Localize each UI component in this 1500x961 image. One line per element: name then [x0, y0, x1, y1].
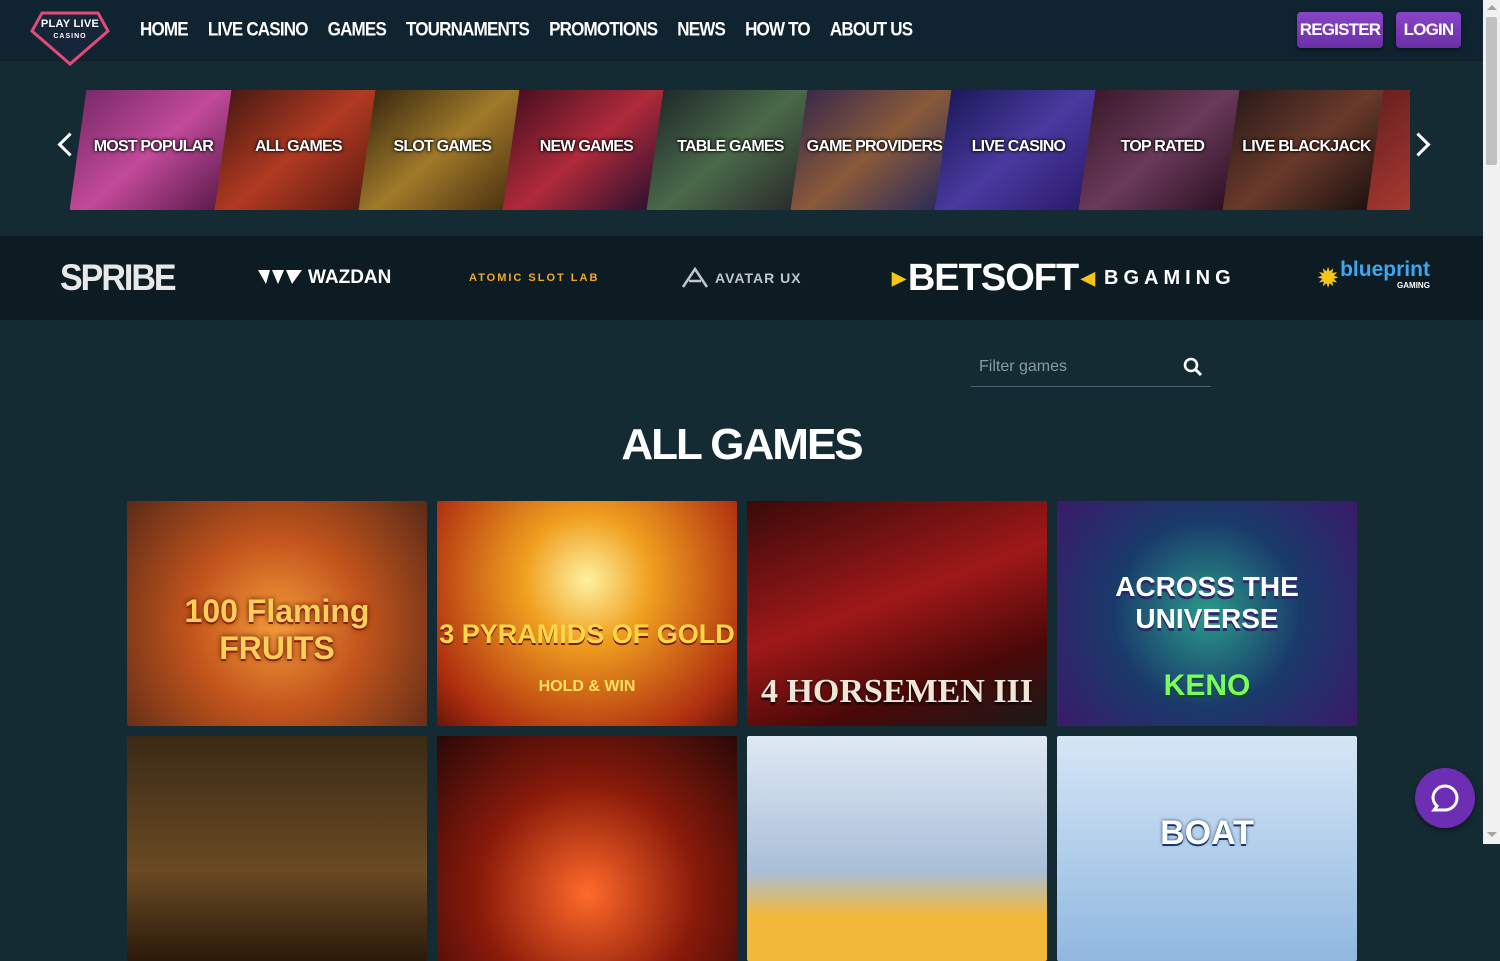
game-title: 100 Flaming FRUITS: [184, 593, 370, 666]
top-navigation-bar: PLAY LIVE CASINO HOME LIVE CASINO GAMES …: [0, 0, 1483, 66]
game-title: 4 HORSEMEN III: [760, 673, 1034, 710]
category-top-rated[interactable]: TOP RATED: [1078, 90, 1246, 210]
section-title: ALL GAMES: [621, 420, 863, 469]
main-nav: HOME LIVE CASINO GAMES TOURNAMENTS PROMO…: [140, 18, 932, 41]
logo-line1: PLAY LIVE: [40, 18, 100, 30]
category-most-popular[interactable]: MOST POPULAR: [70, 90, 237, 210]
category-carousel: MOST POPULAR ALL GAMES SLOT GAMES NEW GA…: [70, 90, 1410, 210]
nav-how-to[interactable]: HOW TO: [745, 18, 811, 41]
blueprint-sun-icon: ✹: [1318, 264, 1339, 292]
category-game-providers[interactable]: GAME PROVIDERS: [790, 90, 958, 210]
betsoft-arrow-left-icon: ▶: [892, 267, 906, 288]
site-logo[interactable]: PLAY LIVE CASINO: [30, 9, 110, 67]
game-tile-row2-1[interactable]: [127, 736, 427, 961]
logo-line2: CASINO: [53, 33, 87, 40]
game-tile-across-the-universe-keno[interactable]: ACROSS THE UNIVERSE KENO: [1057, 501, 1357, 726]
nav-home[interactable]: HOME: [140, 18, 189, 41]
category-label: TOP RATED: [1120, 138, 1205, 155]
category-label: MOST POPULAR: [93, 138, 214, 155]
game-title: ACROSS THE UNIVERSE: [1115, 571, 1299, 634]
scrollbar-thumb[interactable]: [1486, 17, 1497, 165]
game-tile-row2-3[interactable]: [747, 736, 1047, 961]
category-label: LIVE CASINO: [971, 138, 1066, 155]
game-tile-4-horsemen-iii[interactable]: 4 HORSEMEN III: [747, 501, 1047, 726]
search-icon[interactable]: [1183, 357, 1203, 377]
register-button[interactable]: REGISTER: [1297, 12, 1383, 48]
nav-promotions[interactable]: PROMOTIONS: [549, 18, 658, 41]
category-label: SLOT GAMES: [393, 138, 492, 155]
filter-games-box: [971, 347, 1211, 387]
login-button[interactable]: LOGIN: [1396, 12, 1461, 48]
game-subtitle: KENO: [1163, 669, 1251, 702]
provider-bgaming[interactable]: BGAMING: [1104, 258, 1236, 298]
scroll-up-arrow-icon[interactable]: [1487, 5, 1497, 10]
filter-games-input[interactable]: [977, 355, 1171, 379]
category-all-games[interactable]: ALL GAMES: [214, 90, 382, 210]
game-tile-100-flaming-fruits[interactable]: 100 Flaming FRUITS: [127, 501, 427, 726]
nav-tournaments[interactable]: TOURNAMENTS: [406, 18, 530, 41]
provider-logo-strip: SPRIBE WAZDAN ATOMIC SLOT LAB AVATAR UX …: [0, 236, 1483, 320]
category-live-casino[interactable]: LIVE CASINO: [934, 90, 1102, 210]
live-chat-button[interactable]: [1415, 768, 1475, 828]
nav-live-casino[interactable]: LIVE CASINO: [208, 18, 309, 41]
provider-atomic-slot-lab[interactable]: ATOMIC SLOT LAB: [469, 258, 599, 298]
chat-bubble-icon: [1431, 784, 1459, 812]
category-live-blackjack[interactable]: LIVE BLACKJACK: [1222, 90, 1390, 210]
provider-blueprint-gaming[interactable]: ✹ blueprint GAMING: [1318, 258, 1430, 298]
category-label: GAME PROVIDERS: [806, 138, 943, 155]
category-table-games[interactable]: TABLE GAMES: [646, 90, 814, 210]
category-label: ALL GAMES: [255, 138, 342, 155]
nav-games[interactable]: GAMES: [328, 18, 387, 41]
game-tile-row2-2[interactable]: [437, 736, 737, 961]
wazdan-logo-icon: [258, 270, 302, 284]
category-label: TABLE GAMES: [677, 138, 784, 155]
provider-wazdan[interactable]: WAZDAN: [258, 258, 391, 298]
nav-news[interactable]: NEWS: [677, 18, 726, 41]
game-tile-boat[interactable]: BOAT: [1057, 736, 1357, 961]
game-title: BOAT: [1160, 814, 1254, 852]
betsoft-arrow-right-icon: ◀: [1081, 267, 1095, 288]
category-label: LIVE BLACKJACK: [1242, 138, 1371, 155]
game-title: 3 PYRAMIDS OF GOLD: [439, 619, 735, 649]
game-subtitle: HOLD & WIN: [538, 678, 636, 695]
carousel-next-icon[interactable]: [1406, 132, 1431, 157]
avatar-ux-logo-icon: [681, 267, 709, 288]
scroll-down-arrow-icon[interactable]: [1487, 832, 1497, 837]
game-tile-3-pyramids-of-gold[interactable]: 3 PYRAMIDS OF GOLD HOLD & WIN: [437, 501, 737, 726]
provider-betsoft[interactable]: ▶ BETSOFT ◀: [892, 257, 1095, 299]
category-slot-games[interactable]: SLOT GAMES: [358, 90, 526, 210]
nav-about-us[interactable]: ABOUT US: [830, 18, 913, 41]
category-new-games[interactable]: NEW GAMES: [502, 90, 670, 210]
provider-avatar-ux[interactable]: AVATAR UX: [681, 258, 802, 298]
provider-spribe[interactable]: SPRIBE: [60, 256, 177, 300]
category-label: NEW GAMES: [539, 138, 634, 155]
